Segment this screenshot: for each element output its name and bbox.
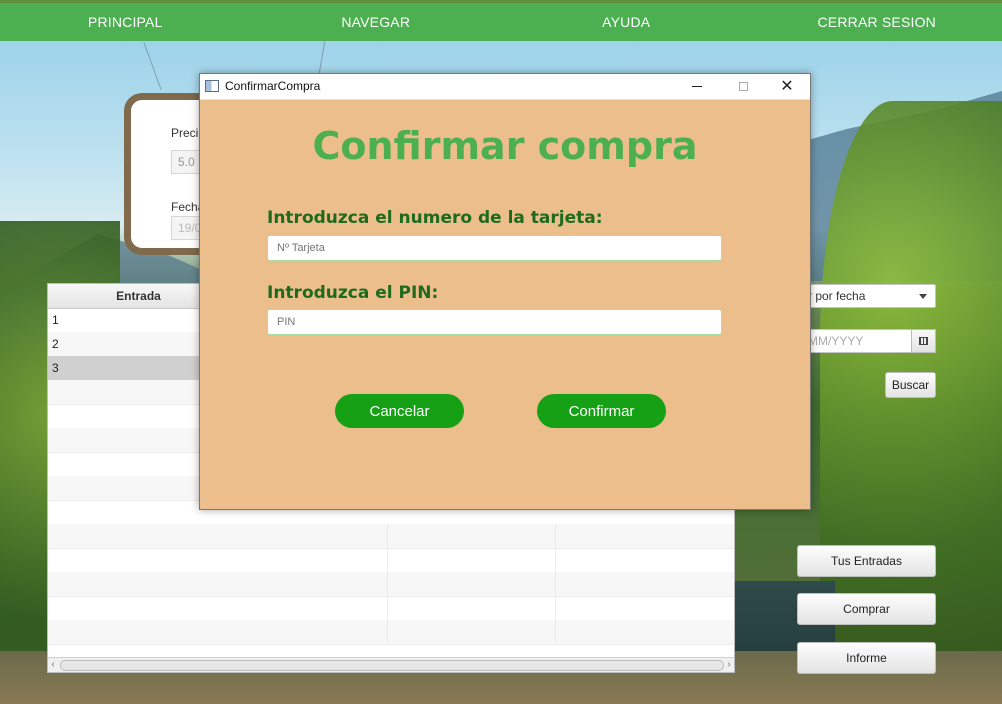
cancel-button[interactable]: Cancelar <box>335 394 464 428</box>
close-icon: ✕ <box>780 77 794 95</box>
scroll-right-icon[interactable]: › <box>724 658 734 672</box>
filter-dropdown[interactable]: r por fecha <box>801 284 936 308</box>
maximize-button[interactable] <box>720 74 766 99</box>
close-button[interactable]: ✕ <box>764 74 810 99</box>
calendar-icon <box>919 337 928 345</box>
window-app-icon <box>205 80 219 92</box>
confirm-button[interactable]: Confirmar <box>537 394 666 428</box>
pin-label: Introduzca el PIN: <box>267 283 439 303</box>
dialog-titlebar[interactable]: ConfirmarCompra ✕ <box>200 74 810 100</box>
table-row[interactable] <box>48 620 734 645</box>
table-cell <box>229 596 388 620</box>
table-cell <box>388 596 556 620</box>
nav-ayuda[interactable]: AYUDA <box>501 3 752 41</box>
my-tickets-button[interactable]: Tus Entradas <box>797 545 936 577</box>
card-number-label: Introduzca el numero de la tarjeta: <box>267 208 603 228</box>
table-cell <box>388 524 556 548</box>
confirm-purchase-dialog: ConfirmarCompra ✕ Confirmar compra Intro… <box>199 73 811 510</box>
horizontal-scrollbar[interactable]: ‹ › <box>48 657 734 672</box>
table-row[interactable] <box>48 596 734 621</box>
cable-line <box>143 42 162 90</box>
pin-input[interactable] <box>267 309 722 335</box>
search-button[interactable]: Buscar <box>885 372 936 398</box>
table-cell <box>229 572 388 596</box>
table-cell <box>388 548 556 572</box>
table-cell <box>229 620 388 644</box>
dialog-window-title: ConfirmarCompra <box>225 79 321 93</box>
filter-dropdown-value: r por fecha <box>808 289 866 303</box>
table-cell <box>388 620 556 644</box>
calendar-button[interactable] <box>911 329 936 353</box>
table-cell <box>388 572 556 596</box>
chevron-down-icon <box>919 294 927 299</box>
maximize-icon <box>738 82 748 91</box>
top-navigation-bar: PRINCIPAL NAVEGAR AYUDA CERRAR SESION <box>0 3 1002 41</box>
dialog-heading: Confirmar compra <box>312 124 698 168</box>
date-picker-input[interactable]: MM/YYYY <box>801 329 912 353</box>
report-button[interactable]: Informe <box>797 642 936 674</box>
minimize-icon <box>692 86 702 87</box>
table-cell <box>229 548 388 572</box>
nav-navegar[interactable]: NAVEGAR <box>251 3 502 41</box>
buy-button[interactable]: Comprar <box>797 593 936 625</box>
table-row[interactable] <box>48 572 734 597</box>
table-row[interactable] <box>48 548 734 573</box>
table-row[interactable] <box>48 524 734 549</box>
scroll-left-icon[interactable]: ‹ <box>48 658 58 672</box>
nav-cerrar-sesion[interactable]: CERRAR SESION <box>752 3 1002 41</box>
scrollbar-thumb[interactable] <box>60 660 724 671</box>
minimize-button[interactable] <box>674 74 720 99</box>
nav-principal[interactable]: PRINCIPAL <box>0 3 251 41</box>
card-number-input[interactable] <box>267 235 722 261</box>
table-cell <box>229 524 388 548</box>
